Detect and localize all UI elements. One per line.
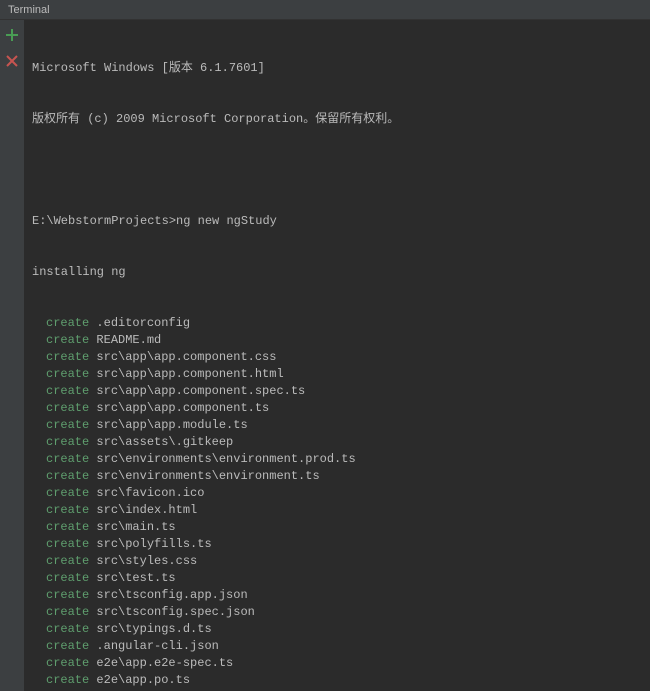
- create-line: create src\environments\environment.prod…: [32, 451, 642, 468]
- create-line: create src\app\app.component.html: [32, 366, 642, 383]
- create-filename: src\tsconfig.spec.json: [96, 605, 254, 619]
- create-line: create e2e\app.po.ts: [32, 672, 642, 689]
- terminal-title: Terminal: [8, 4, 50, 16]
- create-filename: src\app\app.component.html: [96, 367, 283, 381]
- plus-icon[interactable]: [5, 28, 19, 42]
- create-filename: src\polyfills.ts: [96, 537, 211, 551]
- create-keyword: create: [46, 622, 89, 636]
- create-keyword: create: [46, 605, 89, 619]
- create-keyword: create: [46, 350, 89, 364]
- create-filename: src\styles.css: [96, 554, 197, 568]
- create-filename: src\typings.d.ts: [96, 622, 211, 636]
- create-filename: .editorconfig: [96, 316, 190, 330]
- create-filename: src\environments\environment.prod.ts: [96, 452, 355, 466]
- create-line: create src\tsconfig.app.json: [32, 587, 642, 604]
- create-line: create src\app\app.component.ts: [32, 400, 642, 417]
- create-keyword: create: [46, 367, 89, 381]
- create-line: create src\assets\.gitkeep: [32, 434, 642, 451]
- create-keyword: create: [46, 418, 89, 432]
- create-keyword: create: [46, 452, 89, 466]
- create-keyword: create: [46, 520, 89, 534]
- create-keyword: create: [46, 486, 89, 500]
- create-line: create src\app\app.component.spec.ts: [32, 383, 642, 400]
- create-line: create src\app\app.component.css: [32, 349, 642, 366]
- create-keyword: create: [46, 639, 89, 653]
- create-keyword: create: [46, 537, 89, 551]
- create-filename: src\test.ts: [96, 571, 175, 585]
- create-filename: src\tsconfig.app.json: [96, 588, 247, 602]
- create-line: create src\typings.d.ts: [32, 621, 642, 638]
- create-line: create src\main.ts: [32, 519, 642, 536]
- create-line: create .angular-cli.json: [32, 638, 642, 655]
- prompt-path: E:\WebstormProjects>: [32, 214, 176, 228]
- create-line: create e2e\app.e2e-spec.ts: [32, 655, 642, 672]
- create-line: create src\styles.css: [32, 553, 642, 570]
- create-filename: src\app\app.component.css: [96, 350, 276, 364]
- create-filename: src\main.ts: [96, 520, 175, 534]
- create-keyword: create: [46, 401, 89, 415]
- create-keyword: create: [46, 333, 89, 347]
- terminal-output[interactable]: Microsoft Windows [版本 6.1.7601] 版权所有 (c)…: [24, 20, 650, 691]
- blank-line: [32, 162, 642, 179]
- create-keyword: create: [46, 435, 89, 449]
- create-filename: e2e\app.po.ts: [96, 673, 190, 687]
- create-filename: src\assets\.gitkeep: [96, 435, 233, 449]
- prompt-command: ng new ngStudy: [176, 214, 277, 228]
- create-line: create src\test.ts: [32, 570, 642, 587]
- create-keyword: create: [46, 384, 89, 398]
- main-area: Microsoft Windows [版本 6.1.7601] 版权所有 (c)…: [0, 20, 650, 691]
- create-filename: src\app\app.component.ts: [96, 401, 269, 415]
- create-line: create src\app\app.module.ts: [32, 417, 642, 434]
- os-header-line: Microsoft Windows [版本 6.1.7601]: [32, 60, 642, 77]
- create-keyword: create: [46, 571, 89, 585]
- create-line: create src\index.html: [32, 502, 642, 519]
- create-line: create src\polyfills.ts: [32, 536, 642, 553]
- create-filename: README.md: [96, 333, 161, 347]
- create-keyword: create: [46, 673, 89, 687]
- create-line: create .editorconfig: [32, 315, 642, 332]
- create-filename: src\app\app.module.ts: [96, 418, 247, 432]
- create-keyword: create: [46, 316, 89, 330]
- close-icon[interactable]: [5, 54, 19, 68]
- create-filename: src\index.html: [96, 503, 197, 517]
- terminal-titlebar: Terminal: [0, 0, 650, 20]
- create-filename: .angular-cli.json: [96, 639, 218, 653]
- create-keyword: create: [46, 656, 89, 670]
- create-list: create .editorconfigcreate README.mdcrea…: [32, 315, 642, 691]
- create-line: create src\favicon.ico: [32, 485, 642, 502]
- create-line: create src\tsconfig.spec.json: [32, 604, 642, 621]
- create-filename: src\favicon.ico: [96, 486, 204, 500]
- create-filename: src\app\app.component.spec.ts: [96, 384, 305, 398]
- install-header: installing ng: [32, 264, 642, 281]
- create-line: create src\environments\environment.ts: [32, 468, 642, 485]
- create-keyword: create: [46, 588, 89, 602]
- create-line: create README.md: [32, 332, 642, 349]
- prompt-line: E:\WebstormProjects>ng new ngStudy: [32, 213, 642, 230]
- create-keyword: create: [46, 469, 89, 483]
- create-keyword: create: [46, 554, 89, 568]
- copyright-line: 版权所有 (c) 2009 Microsoft Corporation。保留所有…: [32, 111, 642, 128]
- create-filename: e2e\app.e2e-spec.ts: [96, 656, 233, 670]
- create-filename: src\environments\environment.ts: [96, 469, 319, 483]
- terminal-gutter: [0, 20, 24, 691]
- create-keyword: create: [46, 503, 89, 517]
